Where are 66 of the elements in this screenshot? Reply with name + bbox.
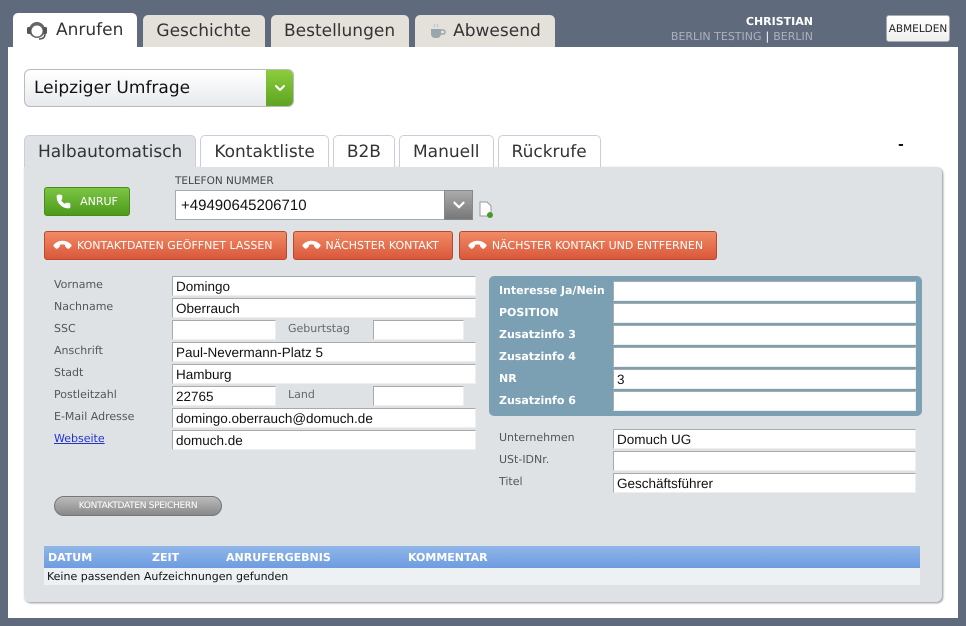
field-label: USt-IDNr. <box>499 452 550 466</box>
field-label: Titel <box>499 474 524 488</box>
field-label: Vorname <box>54 277 104 291</box>
input-field[interactable] <box>172 320 276 340</box>
headset-icon <box>25 19 49 41</box>
input-field[interactable]: Domuch UG <box>613 429 916 449</box>
phone-icon <box>56 194 72 209</box>
user-name: CHRISTIAN <box>744 14 813 29</box>
field-label: Interesse Ja/Nein <box>499 283 606 299</box>
sub-tab[interactable]: Manuell <box>398 135 494 167</box>
field-label: Nachname <box>54 299 114 313</box>
top-tab[interactable]: Abwesend <box>415 15 555 47</box>
empty-message: Keine passenden Aufzeichnungen gefunden <box>44 568 920 585</box>
field-label: Stadt <box>54 365 84 379</box>
top-tab[interactable]: Anrufen <box>13 13 138 47</box>
sub-tab[interactable]: Kontaktliste <box>200 135 329 167</box>
cup-icon <box>428 22 446 40</box>
column-header: ZEIT <box>151 550 180 564</box>
field-label: Zusatzinfo 4 <box>499 349 577 365</box>
field-label: Anschrift <box>54 343 104 357</box>
field-label: POSITION <box>499 305 560 321</box>
input-field[interactable] <box>373 386 464 406</box>
city-name: BERLIN <box>773 30 813 43</box>
input-field[interactable]: Paul-Nevermann-Platz 5 <box>172 342 476 362</box>
column-header: ANRUFERGEBNIS <box>225 550 332 564</box>
field-label: Unternehmen <box>499 430 576 444</box>
sub-tab[interactable]: B2B <box>332 135 395 167</box>
add-document-icon[interactable] <box>479 201 493 218</box>
input-field[interactable] <box>613 303 916 323</box>
dropdown-button[interactable] <box>444 190 473 220</box>
input-field[interactable]: Oberrauch <box>172 298 476 318</box>
field-label: SSC <box>54 321 77 335</box>
campaign-select[interactable]: Leipziger Umfrage <box>24 69 294 107</box>
input-field[interactable] <box>613 347 916 367</box>
input-field[interactable] <box>373 320 464 340</box>
input-field[interactable] <box>613 325 916 345</box>
collapse-toggle[interactable]: - <box>898 137 904 153</box>
input-field[interactable]: domingo.oberrauch@domuch.de <box>172 408 476 428</box>
phone-label: TELEFON NUMMER <box>175 175 275 187</box>
column-header: KOMMENTAR <box>407 550 489 564</box>
input-field[interactable] <box>613 391 916 411</box>
sub-tab[interactable]: Halbautomatisch <box>24 135 196 167</box>
field-label: E-Mail Adresse <box>54 409 136 423</box>
field-label: Land <box>287 387 316 401</box>
input-field[interactable]: 22765 <box>172 386 276 406</box>
input-field[interactable] <box>613 281 916 301</box>
input-field[interactable]: Domingo <box>172 276 476 296</box>
separator: | <box>766 30 770 43</box>
sub-tab[interactable]: Rückrufe <box>498 135 601 167</box>
input-field[interactable] <box>613 451 916 471</box>
company-name: BERLIN TESTING <box>670 30 762 43</box>
field-label: Zusatzinfo 3 <box>499 327 577 343</box>
column-header: DATUM <box>47 550 94 564</box>
input-field[interactable]: Geschäftsführer <box>613 473 916 493</box>
top-tab[interactable]: Bestellungen <box>270 15 410 47</box>
field-label: Postleitzahl <box>54 387 118 401</box>
top-tab[interactable]: Geschichte <box>143 15 265 47</box>
input-field[interactable]: Hamburg <box>172 364 476 384</box>
field-label: NR <box>499 371 518 387</box>
field-link[interactable]: Webseite <box>54 430 172 445</box>
field-label: Geburtstag <box>287 321 351 335</box>
input-field[interactable]: domuch.de <box>172 430 476 450</box>
logout-button[interactable]: ABMELDEN <box>886 15 950 42</box>
phone-field[interactable]: +49490645206710 <box>175 190 444 220</box>
input-field[interactable]: 3 <box>613 369 916 389</box>
field-label: Zusatzinfo 6 <box>499 393 577 409</box>
